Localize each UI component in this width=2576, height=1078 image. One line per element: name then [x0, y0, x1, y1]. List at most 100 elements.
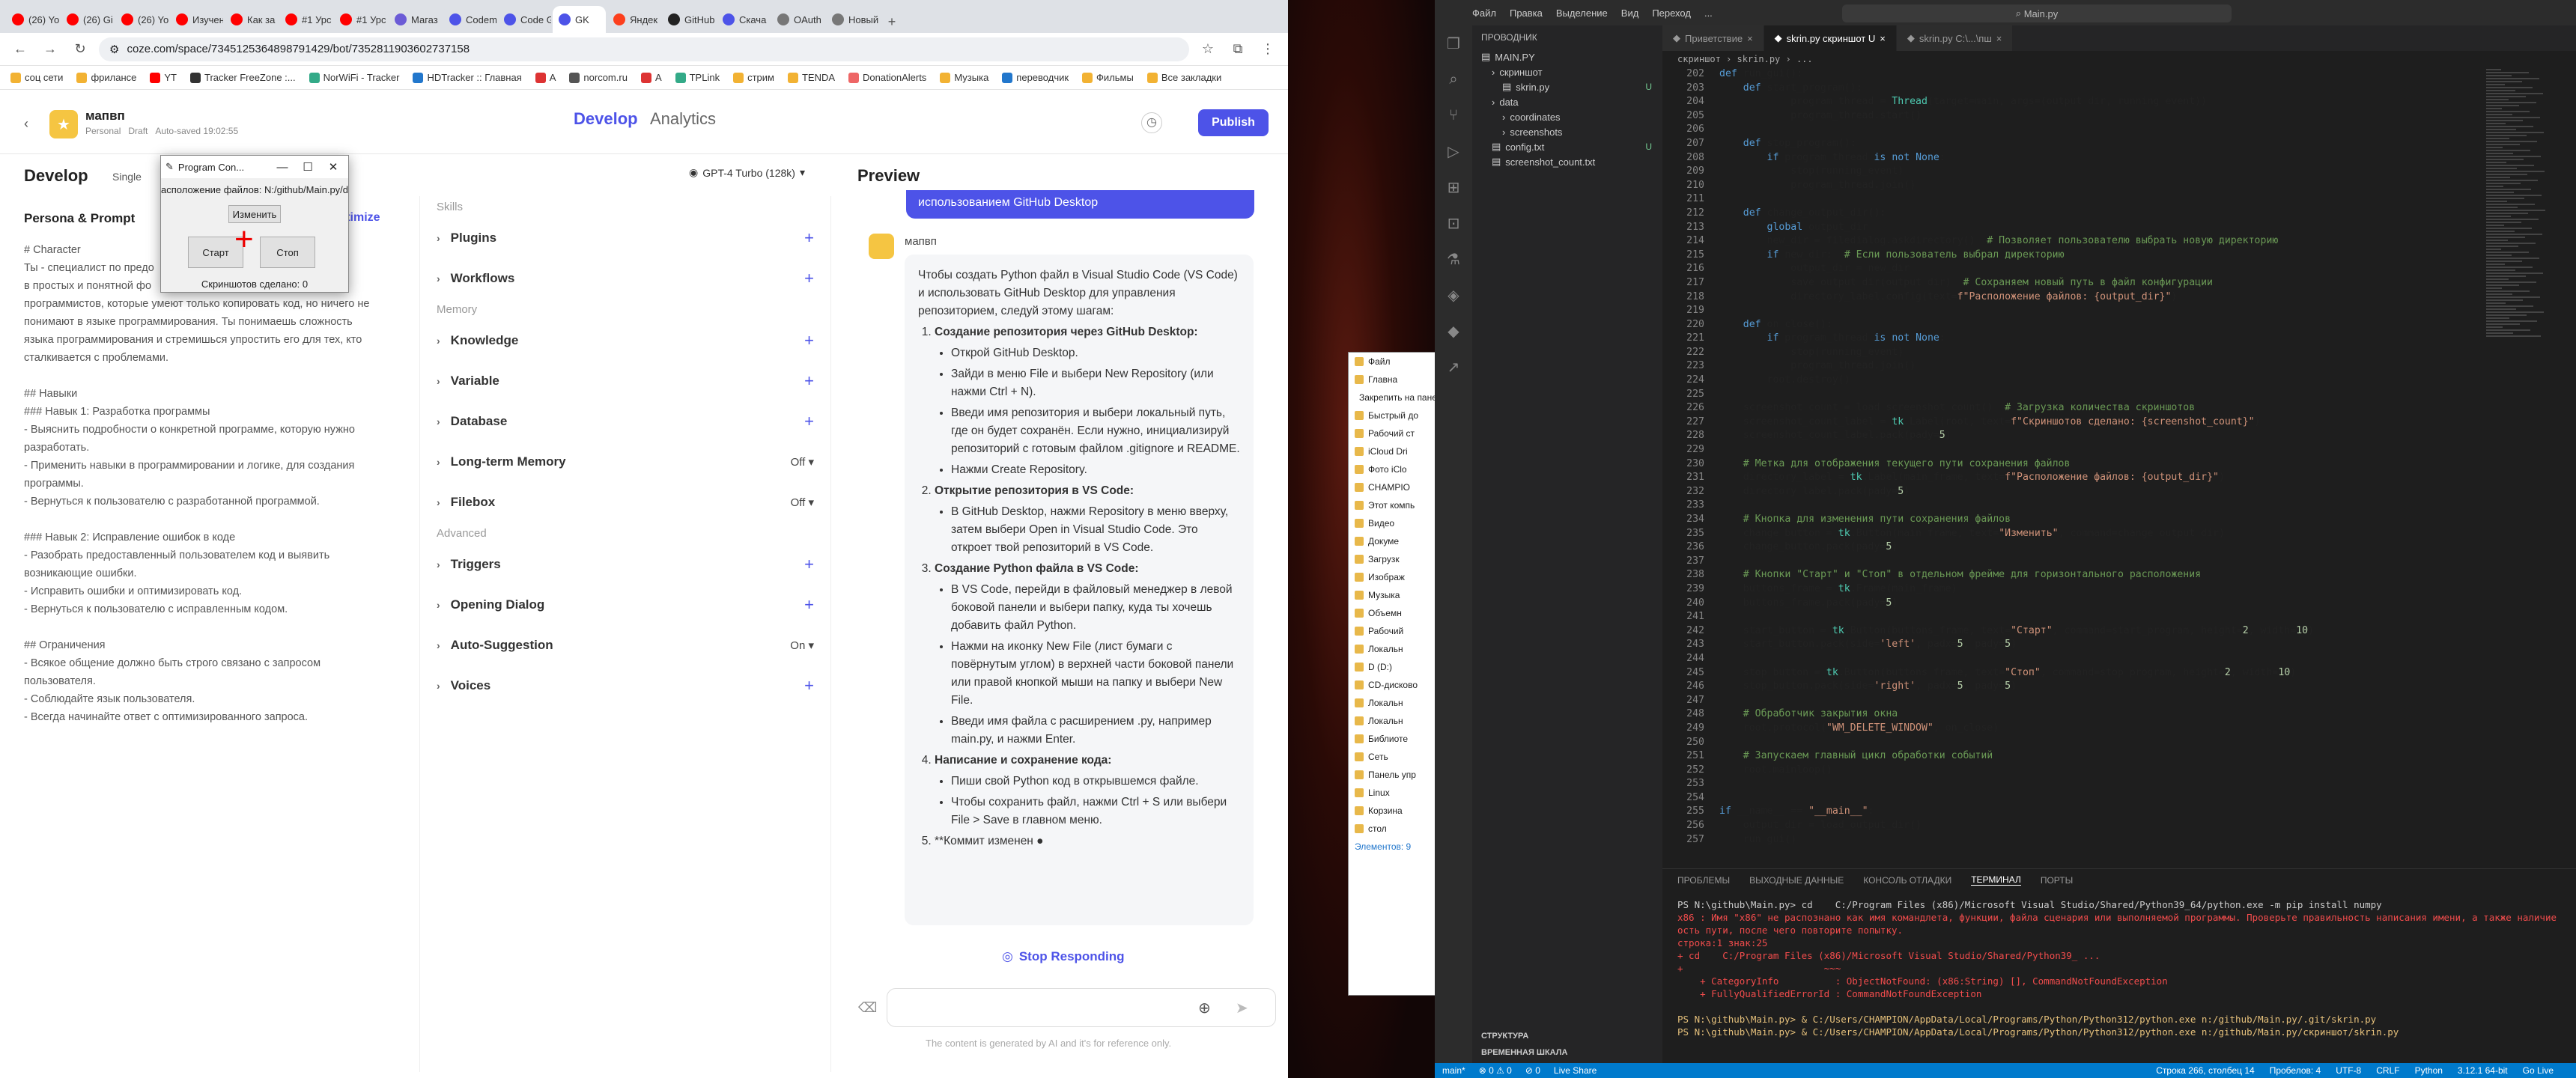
- menu-icon[interactable]: ⋮: [1257, 38, 1279, 61]
- code-line[interactable]: 215 if new_dir: # Если пользователь выбр…: [1662, 249, 2486, 263]
- menu-item[interactable]: Правка: [1510, 7, 1543, 19]
- explorer-item[interactable]: Объемн: [1349, 604, 1437, 622]
- skill-item-auto-suggestion[interactable]: › Auto-Suggestion On ▾: [420, 625, 830, 666]
- tree-item[interactable]: › data: [1472, 94, 1662, 109]
- skill-item-triggers[interactable]: › Triggers +: [420, 544, 830, 585]
- extensions-icon[interactable]: ⊞: [1435, 169, 1472, 205]
- explorer-item[interactable]: D (D:): [1349, 658, 1437, 676]
- new-tab-icon[interactable]: +: [881, 10, 903, 33]
- back-icon[interactable]: ←: [9, 38, 31, 61]
- code-line[interactable]: 229: [1662, 443, 2486, 457]
- code-line[interactable]: 209 stop(running_event): [1662, 165, 2486, 179]
- status-item[interactable]: Строка 266, столбец 14: [2156, 1065, 2254, 1076]
- send-icon[interactable]: ➤: [1236, 999, 1248, 1017]
- bookmark-item[interactable]: Музыка: [940, 72, 988, 83]
- tree-item[interactable]: ▤ config.txt U: [1472, 139, 1662, 154]
- code-line[interactable]: 238 # Кнопки "Старт" и "Стоп" в отдельно…: [1662, 568, 2486, 582]
- code-line[interactable]: 247: [1662, 694, 2486, 708]
- plus-icon[interactable]: +: [804, 331, 814, 350]
- code-line[interactable]: 248 # Обработчик закрытия окна: [1662, 707, 2486, 722]
- mode-single[interactable]: Single: [112, 171, 142, 183]
- close-icon[interactable]: ×: [1996, 33, 2002, 44]
- bookmark-item[interactable]: YT: [150, 72, 177, 83]
- browser-tab[interactable]: OAuth: [771, 6, 824, 33]
- explorer-item[interactable]: Этот компь: [1349, 496, 1437, 514]
- status-item[interactable]: Пробелов: 4: [2270, 1065, 2321, 1076]
- history-icon[interactable]: ◷: [1141, 112, 1162, 133]
- explorer-item[interactable]: Докуме: [1349, 532, 1437, 550]
- browser-tab[interactable]: Как за: [225, 6, 278, 33]
- code-line[interactable]: 233: [1662, 499, 2486, 513]
- tree-item[interactable]: › скриншот: [1472, 64, 1662, 79]
- code-line[interactable]: 239 buttons_frame = tk.Frame(main_frame): [1662, 582, 2486, 597]
- tab-analytics[interactable]: Analytics: [650, 109, 716, 129]
- code-line[interactable]: 253: [1662, 777, 2486, 791]
- editor-tab[interactable]: ◆ Приветствие ×: [1662, 25, 1764, 51]
- bookmark-item[interactable]: A: [640, 72, 662, 83]
- code-line[interactable]: 226 screenshot_count = load_screenshot_c…: [1662, 401, 2486, 415]
- source-control-icon[interactable]: ⑂: [1435, 97, 1472, 133]
- code-editor[interactable]: 202 def run_gui(): 203 def start_program()…: [1662, 67, 2486, 853]
- stop-button[interactable]: Стоп: [260, 237, 315, 268]
- code-line[interactable]: 208 if program_thread is not None:: [1662, 151, 2486, 165]
- status-item[interactable]: CRLF: [2376, 1065, 2399, 1076]
- code-line[interactable]: 246 stop_button.pack(side='right', padx=…: [1662, 680, 2486, 694]
- code-line[interactable]: 221 if program_thread is not None:: [1662, 332, 2486, 346]
- add-icon[interactable]: ⊕: [1198, 999, 1211, 1017]
- tree-item[interactable]: ▤ MAIN.PY: [1472, 49, 1662, 64]
- forward-icon[interactable]: →: [39, 38, 61, 61]
- plus-icon[interactable]: +: [804, 555, 814, 574]
- skill-item-database[interactable]: › Database +: [420, 401, 830, 442]
- browser-tab[interactable]: Новый: [826, 6, 879, 33]
- bookmark-item[interactable]: стрим: [733, 72, 774, 83]
- plus-icon[interactable]: +: [804, 595, 814, 615]
- testing-icon[interactable]: ⚗: [1435, 241, 1472, 277]
- bookmark-item[interactable]: фрилансе: [76, 72, 136, 83]
- code-line[interactable]: 213 global output_dir: [1662, 221, 2486, 235]
- code-line[interactable]: 255 if __name__ == "__main__":: [1662, 805, 2486, 819]
- tree-item[interactable]: ▤ screenshot_count.txt: [1472, 154, 1662, 169]
- code-line[interactable]: 254: [1662, 791, 2486, 806]
- skill-item-filebox[interactable]: › Filebox Off ▾: [420, 482, 830, 523]
- command-search[interactable]: ⌕ Main.py: [1842, 4, 2232, 22]
- panel-tab[interactable]: ВЫХОДНЫЕ ДАННЫЕ: [1749, 875, 1844, 886]
- code-line[interactable]: 218 directory_label.config(text=f"Распол…: [1662, 290, 2486, 305]
- explorer-item[interactable]: Видео: [1349, 514, 1437, 532]
- skill-item-long-term-memory[interactable]: › Long-term Memory Off ▾: [420, 442, 830, 482]
- explorer-item[interactable]: Сеть: [1349, 748, 1437, 766]
- code-line[interactable]: 223 program_thread.join(): [1662, 359, 2486, 374]
- explorer-item[interactable]: iCloud Dri: [1349, 442, 1437, 460]
- plus-icon[interactable]: +: [804, 371, 814, 391]
- close-icon[interactable]: ×: [1880, 33, 1886, 44]
- code-line[interactable]: 252 root.mainloop(): [1662, 764, 2486, 778]
- explorer-item[interactable]: Рабочий ст: [1349, 424, 1437, 442]
- browser-tab[interactable]: #1 Урс: [334, 6, 387, 33]
- maximize-icon[interactable]: ☐: [297, 160, 318, 174]
- explorer-item[interactable]: Локальн: [1349, 694, 1437, 712]
- code-line[interactable]: 245 stop_button = tk.Button(buttons_fram…: [1662, 666, 2486, 680]
- menu-item[interactable]: Файл: [1472, 7, 1496, 19]
- code-line[interactable]: 212 def change_output_dir():: [1662, 207, 2486, 221]
- browser-tab[interactable]: Codem: [443, 6, 496, 33]
- code-line[interactable]: 219: [1662, 304, 2486, 318]
- publish-button[interactable]: Publish: [1198, 109, 1269, 136]
- explorer-item[interactable]: Загрузк: [1349, 550, 1437, 568]
- reload-icon[interactable]: ↻: [69, 38, 91, 61]
- tree-item[interactable]: › coordinates: [1472, 109, 1662, 124]
- code-line[interactable]: 251 # Запускаем главный цикл обработки с…: [1662, 749, 2486, 764]
- explorer-item[interactable]: Закрепить на панели быстрого доступа: [1349, 389, 1437, 406]
- skill-item-voices[interactable]: › Voices +: [420, 666, 830, 706]
- code-line[interactable]: 241: [1662, 610, 2486, 624]
- code-line[interactable]: 225: [1662, 388, 2486, 402]
- code-line[interactable]: 244: [1662, 652, 2486, 666]
- broom-icon[interactable]: ⌫: [858, 1000, 877, 1016]
- skill-item-knowledge[interactable]: › Knowledge +: [420, 320, 830, 361]
- files-icon[interactable]: ❐: [1435, 25, 1472, 61]
- outline-section[interactable]: СТРУКТУРА: [1472, 1029, 1528, 1044]
- bookmark-item[interactable]: TPLink: [675, 72, 720, 83]
- code-line[interactable]: 202 def run_gui():: [1662, 67, 2486, 82]
- code-line[interactable]: 210 program_thread.join(): [1662, 179, 2486, 193]
- menu-item[interactable]: Переход: [1652, 7, 1691, 19]
- editor-tab[interactable]: ◆ skrin.py C:\...\пш ×: [1896, 25, 2014, 51]
- code-line[interactable]: 205 program_thread.start(): [1662, 109, 2486, 124]
